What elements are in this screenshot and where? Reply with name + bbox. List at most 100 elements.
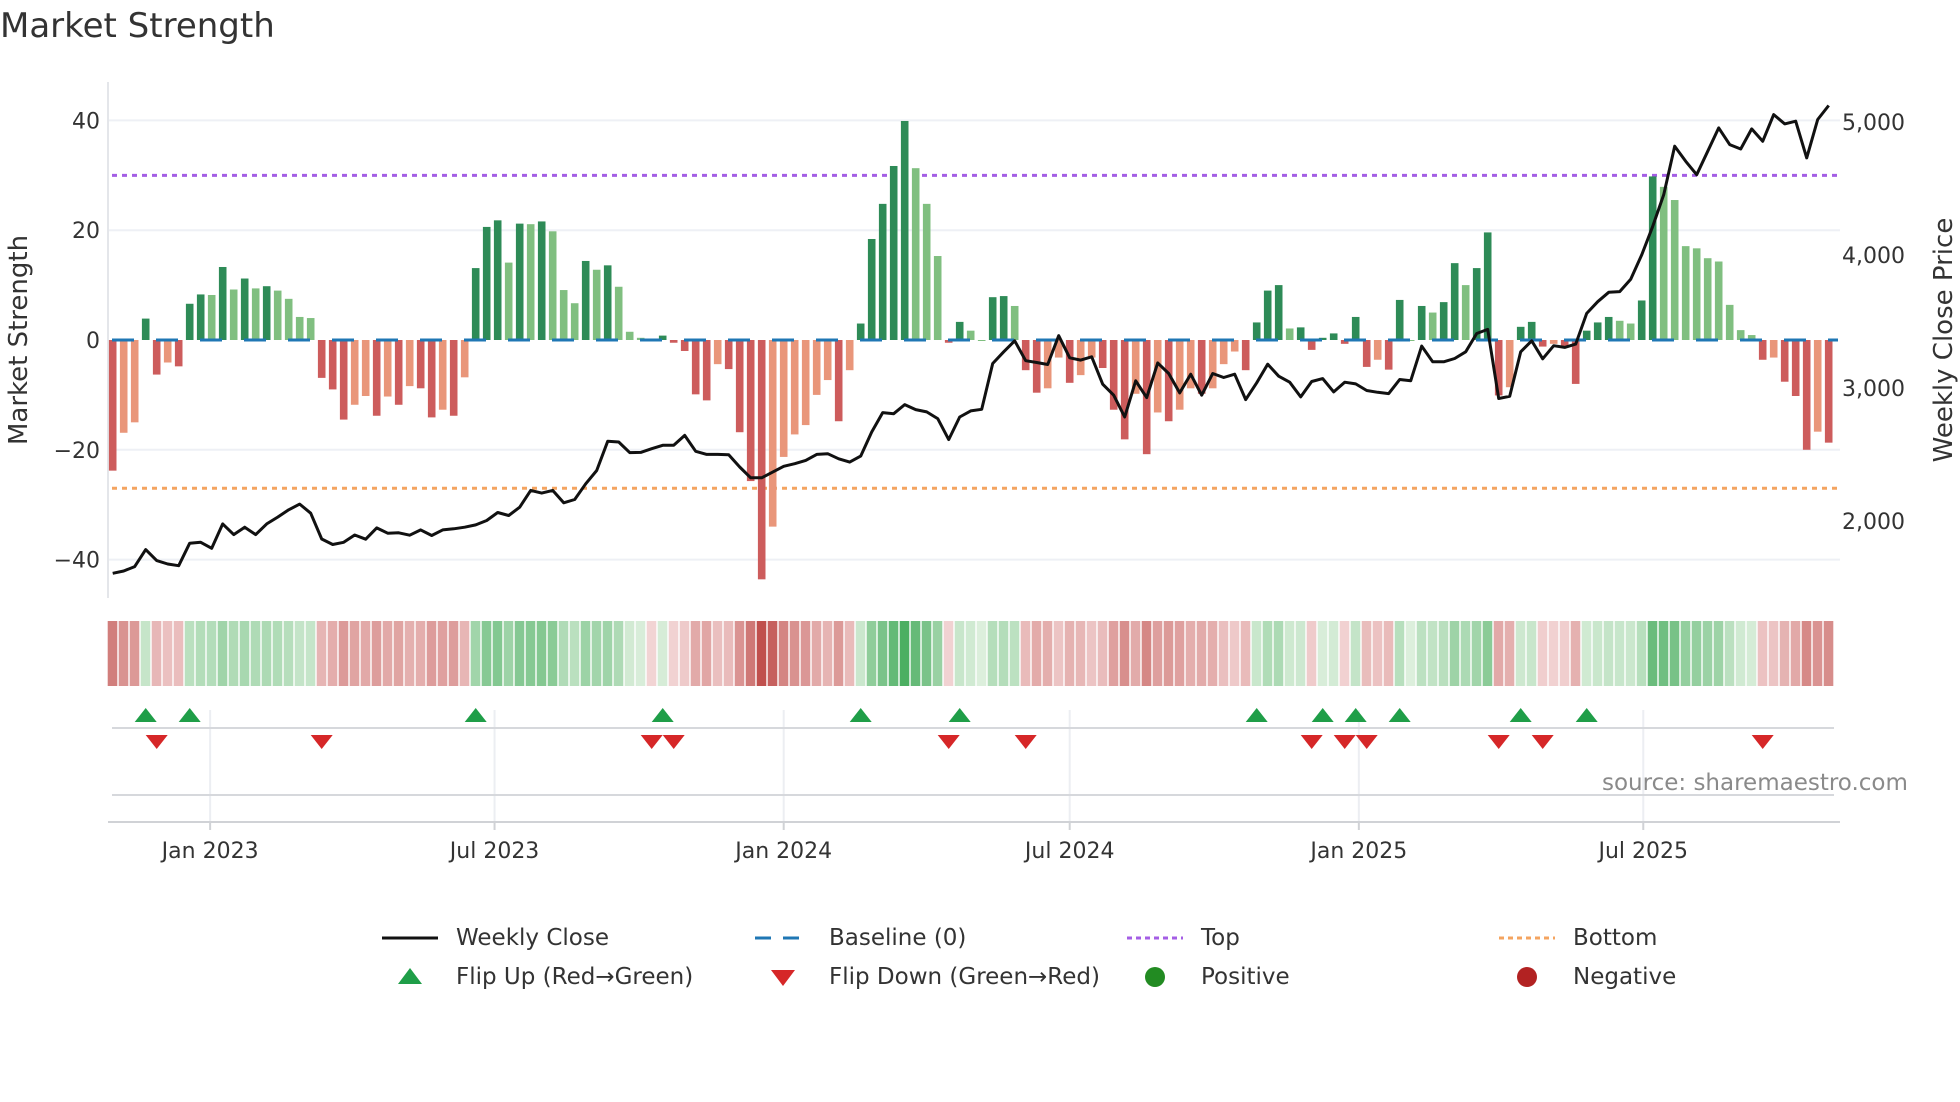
- heat-cell: [1702, 621, 1713, 686]
- strength-bar: [1571, 340, 1580, 384]
- heat-cell: [1328, 621, 1339, 686]
- market-strength-chart: 40 20 0 −20 −40 5,000 4,000 3,000 2,000 Jan 2023 J…: [4, 82, 1959, 864]
- strength-bar: [504, 262, 513, 340]
- x-tick-label: Jul 2023: [448, 839, 540, 864]
- heat-cell: [657, 621, 668, 686]
- heat-cell: [481, 621, 492, 686]
- strength-bar: [394, 340, 403, 405]
- heat-cell: [1383, 621, 1394, 686]
- strength-bar: [174, 340, 183, 367]
- heat-cell: [294, 621, 305, 686]
- strength-bar: [163, 340, 172, 363]
- heat-cell: [1658, 621, 1669, 686]
- strength-bar: [141, 318, 150, 340]
- strength-bars: [108, 120, 1838, 580]
- strength-bar: [1813, 340, 1822, 432]
- flip-up-marker: [1575, 708, 1598, 722]
- heat-cell: [1163, 621, 1174, 686]
- heat-cell: [569, 621, 580, 686]
- heat-cell: [1636, 621, 1647, 686]
- strength-bar: [229, 289, 238, 340]
- strength-bar: [1197, 340, 1206, 394]
- heat-cell: [646, 621, 657, 686]
- strength-bar: [251, 288, 260, 340]
- heat-cell: [1405, 621, 1416, 686]
- heat-cell: [1537, 621, 1548, 686]
- heat-cell: [1438, 621, 1449, 686]
- heat-cell: [767, 621, 778, 686]
- legend-label: Negative: [1573, 964, 1677, 990]
- strength-bar: [1483, 232, 1492, 340]
- strength-bar: [1219, 340, 1228, 365]
- heat-cell: [833, 621, 844, 686]
- heat-cell: [151, 621, 162, 686]
- heat-cell: [921, 621, 932, 686]
- heat-cell: [558, 621, 569, 686]
- legend-positive: Positive: [1125, 964, 1290, 990]
- legend-flip-down: Flip Down (Green→Red): [753, 964, 1100, 990]
- strength-bar: [1010, 305, 1019, 340]
- heat-cell: [745, 621, 756, 686]
- y-tick-label: 40: [72, 109, 100, 134]
- strength-bar: [1417, 305, 1426, 340]
- heat-cell: [591, 621, 602, 686]
- strength-bar: [1428, 312, 1437, 340]
- heat-cell: [382, 621, 393, 686]
- x-tick-label: Jan 2025: [1308, 839, 1407, 864]
- strength-bar: [350, 340, 359, 405]
- flip-down-marker: [1300, 735, 1323, 749]
- heat-cell: [272, 621, 283, 686]
- strength-bar: [779, 340, 788, 457]
- heat-cell: [811, 621, 822, 686]
- strength-bar: [1263, 290, 1272, 340]
- flip-down-marker: [640, 735, 663, 749]
- flip-up-marker: [1509, 708, 1532, 722]
- heat-cell: [976, 621, 987, 686]
- legend-label: Flip Down (Green→Red): [829, 964, 1100, 990]
- heat-cell: [470, 621, 481, 686]
- y2-tick-label: 5,000: [1842, 111, 1905, 136]
- flip-up-marker: [464, 708, 487, 722]
- heat-cell: [1735, 621, 1746, 686]
- dotted-line-swatch-icon: [1127, 936, 1183, 940]
- strength-bar: [273, 290, 282, 340]
- strength-bar: [900, 120, 909, 341]
- heat-cell: [525, 621, 536, 686]
- strength-bar: [1373, 340, 1382, 360]
- heat-cell: [1559, 621, 1570, 686]
- strength-bar: [702, 340, 711, 401]
- heat-cell: [1350, 621, 1361, 686]
- flip-up-marker: [1388, 708, 1411, 722]
- flip-down-marker: [937, 735, 960, 749]
- heat-cell: [1823, 621, 1834, 686]
- strength-bar: [1285, 328, 1294, 340]
- strength-bar: [1032, 340, 1041, 393]
- heat-cell: [415, 621, 426, 686]
- y2-tick-label: 3,000: [1842, 377, 1905, 402]
- heat-cell: [580, 621, 591, 686]
- strength-bar: [1439, 302, 1448, 340]
- heat-cell: [1757, 621, 1768, 686]
- strength-bar: [1703, 258, 1712, 340]
- legend-label: Baseline (0): [829, 925, 967, 951]
- strength-bar: [680, 340, 689, 351]
- legend-negative: Negative: [1497, 964, 1676, 990]
- strength-bar: [669, 340, 678, 343]
- y-axis-title: Market Strength: [4, 235, 34, 445]
- strength-bar: [405, 340, 414, 387]
- x-tick-label: Jan 2024: [733, 839, 832, 864]
- heat-cell: [140, 621, 151, 686]
- strength-bar: [1791, 340, 1800, 396]
- red-dot-icon: [1517, 967, 1537, 987]
- strength-bar: [856, 323, 865, 340]
- heat-cell: [866, 621, 877, 686]
- strength-bar: [1648, 176, 1657, 340]
- heat-cell: [404, 621, 415, 686]
- strength-bar: [889, 165, 898, 340]
- heat-cell: [1647, 621, 1658, 686]
- heat-cell: [1053, 621, 1064, 686]
- heat-cell: [195, 621, 206, 686]
- strength-bar: [735, 340, 744, 433]
- heat-cell: [162, 621, 173, 686]
- heat-cell: [690, 621, 701, 686]
